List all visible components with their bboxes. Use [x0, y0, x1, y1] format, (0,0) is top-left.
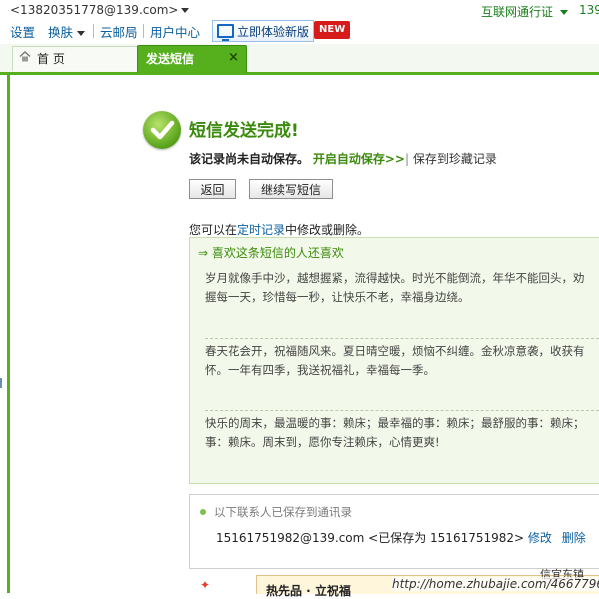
message-line: 快乐的周末，最温暖的事：赖床；最幸福的事：赖床；最舒服的事：赖床；: [205, 416, 585, 430]
recommended-message[interactable]: 春天花会开，祝福随风来。夏日晴空暖，烦恼不纠缠。金秋凉意袭，收获有 怀。一年有四…: [205, 342, 599, 380]
divider: [205, 338, 599, 339]
contacts-saved-title: 以下联系人已保存到通讯录: [214, 505, 352, 519]
promo-text: 热先品 · 立祝福: [266, 584, 351, 598]
back-button[interactable]: 返回: [189, 179, 236, 199]
message-line: 握每一天，珍惜每一秒，让快乐不老，幸福身边绕。: [205, 290, 470, 304]
tab-home-label: 首 页: [37, 52, 65, 66]
pass-suffix[interactable]: 139: [579, 3, 599, 17]
divider: |: [404, 152, 410, 166]
message-line: 春天花会开，祝福随风来。夏日晴空暖，烦恼不纠缠。金秋凉意袭，收获有: [205, 344, 585, 358]
star-icon: ✦: [200, 578, 211, 592]
monitor-icon: [217, 24, 234, 41]
edit-contact-link[interactable]: 修改: [528, 531, 552, 545]
enable-autosave-link[interactable]: 开启自动保存>>: [313, 152, 405, 166]
skin-label: 换肤: [48, 25, 74, 40]
watermark-url: http://home.zhubajie.com/4667796/: [392, 577, 599, 591]
modify-note-suffix: 中修改或删除。: [285, 223, 370, 237]
pass-label: 互联网通行证: [481, 5, 554, 19]
recommended-message[interactable]: 快乐的周末，最温暖的事：赖床；最幸福的事：赖床；最舒服的事：赖床； 事：赖床。周…: [205, 414, 599, 452]
scheduled-records-link[interactable]: 定时记录: [237, 223, 285, 237]
chevron-down-icon: [181, 8, 190, 13]
message-line: 怀。一年有四季，我送祝福礼，幸福每一季。: [205, 363, 435, 377]
delete-contact-link[interactable]: 删除: [562, 531, 586, 545]
pass-menu[interactable]: 互联网通行证: [481, 3, 568, 20]
saved-contact-row: 15161751982@139.com <已保存为 15161751982> 修…: [216, 529, 586, 546]
message-line: 岁月就像手中沙，越想握紧，流得越快。时光不能倒流，年华不能回头，劝: [205, 271, 585, 285]
left-rail: [7, 72, 10, 593]
modify-note: 您可以在定时记录中修改或删除。: [189, 221, 369, 238]
recommendation-title: ⇒ 喜欢这条短信的人还喜欢: [198, 246, 344, 260]
tab-send-sms-label: 发送短信: [146, 52, 195, 66]
settings-link[interactable]: 设置: [10, 22, 35, 41]
home-icon: [19, 51, 31, 62]
not-saved-text: 该记录尚未自动保存。: [189, 152, 310, 166]
save-to-favorites-link[interactable]: 保存到珍藏记录: [413, 152, 497, 166]
new-badge: NEW: [314, 21, 351, 39]
collapse-handle[interactable]: [0, 378, 8, 388]
recommended-message[interactable]: 岁月就像手中沙，越想握紧，流得越快。时光不能倒流，年华不能回头，劝 握每一天，珍…: [205, 269, 599, 307]
user-center-link[interactable]: 用户中心: [150, 22, 200, 41]
saved-as-text: <已保存为 15161751982>: [368, 531, 525, 545]
divider: [205, 410, 599, 411]
chevron-down-icon: [77, 31, 86, 36]
chevron-down-icon: [559, 10, 568, 15]
message-line: 事：赖床。周末到，愿你专注赖床，心情更爽!: [205, 435, 440, 449]
continue-writing-button[interactable]: 继续写短信: [249, 179, 333, 199]
modify-note-prefix: 您可以在: [189, 223, 238, 237]
post-office-link[interactable]: 云邮局: [100, 22, 138, 41]
bullet-icon: [200, 509, 206, 515]
divider: [93, 24, 94, 38]
save-status-line: 该记录尚未自动保存。 开启自动保存>>| 保存到珍藏记录: [189, 150, 497, 167]
divider: [143, 24, 144, 38]
try-new-version-button[interactable]: 立即体验新版: [212, 20, 315, 42]
page-title: 短信发送完成!: [189, 121, 299, 141]
account-label: <13820351778@139.com>: [10, 3, 179, 17]
try-new-label: 立即体验新版: [237, 24, 310, 39]
skin-menu[interactable]: 换肤: [48, 22, 86, 41]
account-selector[interactable]: <13820351778@139.com>: [10, 3, 190, 17]
success-check-icon: [143, 111, 181, 149]
contact-email: 15161751982@139.com: [216, 531, 365, 545]
close-icon[interactable]: ×: [228, 50, 239, 65]
